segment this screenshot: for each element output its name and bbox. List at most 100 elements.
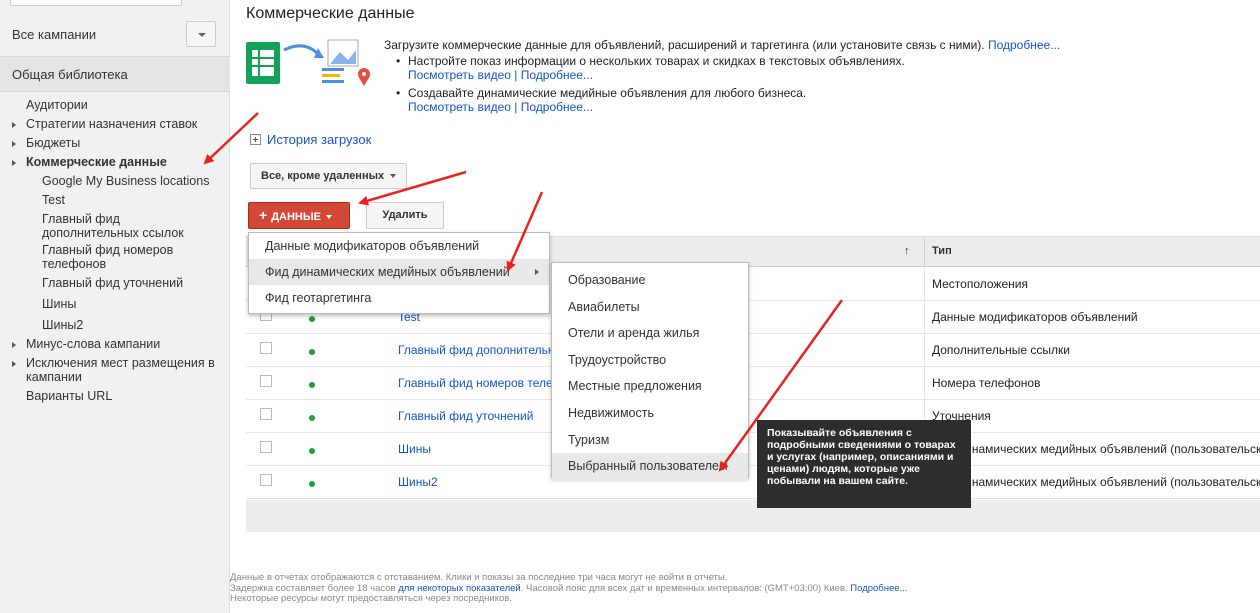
delete-button[interactable]: Удалить xyxy=(366,202,444,229)
submenu-item-jobs[interactable]: Трудоустройство xyxy=(552,347,748,374)
column-divider xyxy=(924,301,925,334)
watch-video-link-2[interactable]: Посмотреть видео xyxy=(408,100,511,114)
submenu-item-flights[interactable]: Авиабилеты xyxy=(552,294,748,321)
menu-item-dynamic-display-feed[interactable]: Фид динамических медийных объявлений xyxy=(249,259,549,285)
status-filter-dropdown[interactable]: Все, кроме удаленных xyxy=(250,163,408,189)
submenu-item-local-deals[interactable]: Местные предложения xyxy=(552,373,748,400)
footer-learn-more-link[interactable]: Подробнее... xyxy=(850,583,907,594)
table-row[interactable]: Главный фид уточнений Уточнения xyxy=(246,400,1260,433)
tree-item-audiences[interactable]: Аудитории xyxy=(0,96,230,115)
footer-line-3: Некоторые ресурсы могут предоставляться … xyxy=(230,593,512,604)
intro-lead: Загрузите коммерческие данные для объявл… xyxy=(384,38,1244,52)
row-type: Данные модификаторов объявлений xyxy=(932,310,1138,324)
submenu-item-real-estate[interactable]: Недвижимость xyxy=(552,400,748,427)
tree-item-main-phones-line1: Главный фид номеров xyxy=(42,243,174,257)
tree-item-url-options[interactable]: Варианты URL xyxy=(0,385,230,406)
row-type: Местоположения xyxy=(932,277,1028,291)
submenu-item-hotels-rentals[interactable]: Отели и аренда жилья xyxy=(552,320,748,347)
upload-history-label: История загрузок xyxy=(267,132,372,147)
link-separator: | xyxy=(514,68,518,82)
table-row[interactable]: Шины2 Фид динамических медийных объявлени… xyxy=(246,466,1260,499)
row-name-link[interactable]: Главный фид уточнений xyxy=(398,409,533,423)
tree-item-placement-exclusions-line2: кампании xyxy=(26,370,82,384)
campaigns-dropdown-button[interactable] xyxy=(186,21,216,47)
tree-item-main-callouts[interactable]: Главный фид уточнений xyxy=(0,272,230,293)
shared-library-label: Общая библиотека xyxy=(12,67,128,82)
column-divider xyxy=(924,268,925,301)
business-data-illustration-icon xyxy=(246,39,370,86)
expand-plus-icon xyxy=(250,134,261,145)
tree-item-main-sitelinks-line2: дополнительных ссылок xyxy=(42,226,184,240)
tree-item-gmb-locations[interactable]: Google My Business locations xyxy=(0,172,230,191)
row-checkbox[interactable] xyxy=(260,408,272,420)
sort-ascending-icon[interactable]: ↑ xyxy=(904,245,910,257)
table-row[interactable]: Главный фид номеров телефонов Номера теле… xyxy=(246,367,1260,400)
row-type: Номера телефонов xyxy=(932,376,1041,390)
row-name-link[interactable]: Шины2 xyxy=(398,475,438,489)
row-checkbox[interactable] xyxy=(260,441,272,453)
status-enabled-dot-icon xyxy=(309,316,315,322)
tree-item-tires2[interactable]: Шины2 xyxy=(0,314,230,335)
menu-item-geotargeting-feed[interactable]: Фид геотаргетинга xyxy=(249,285,549,311)
column-divider xyxy=(924,237,925,267)
tree-item-bid-strategies[interactable]: Стратегии назначения ставок xyxy=(0,115,230,134)
intro-bullet-2-text: Создавайте динамические медийные объявле… xyxy=(408,86,807,100)
footer-line-2-a: Задержка составляет более 18 часов xyxy=(230,582,396,594)
tree-item-tires[interactable]: Шины xyxy=(0,293,230,314)
intro-bullet-2-links: Посмотреть видео | Подробнее... xyxy=(408,100,1244,114)
status-enabled-dot-icon xyxy=(309,382,315,388)
learn-more-link-2[interactable]: Подробнее... xyxy=(521,100,593,114)
tree-item-main-sitelinks[interactable]: Главный фид дополнительных ссылок xyxy=(0,210,230,241)
add-data-label: ДАННЫЕ xyxy=(271,211,321,223)
add-data-button[interactable]: + ДАННЫЕ xyxy=(248,202,350,229)
menu-item-ad-customizer-data[interactable]: Данные модификаторов объявлений xyxy=(249,233,549,259)
main-content: Коммерческие данные Загрузите коммерческ… xyxy=(230,0,1260,613)
chevron-down-icon xyxy=(325,215,332,220)
table-row[interactable]: Главный фид дополнительных ссылок Дополни… xyxy=(246,334,1260,367)
shared-library-header[interactable]: Общая библиотека xyxy=(0,56,230,92)
tree-item-budgets[interactable]: Бюджеты xyxy=(0,134,230,153)
page-footer: Данные в отчетах отображаются с отставан… xyxy=(230,572,907,605)
column-divider xyxy=(924,367,925,400)
status-enabled-dot-icon xyxy=(309,415,315,421)
watch-video-link-1[interactable]: Посмотреть видео xyxy=(408,68,511,82)
row-checkbox[interactable] xyxy=(260,342,272,354)
library-tree: Аудитории Стратегии назначения ставок Бю… xyxy=(0,96,230,406)
submenu-item-custom[interactable]: Выбранный пользователем xyxy=(552,453,748,480)
tree-item-negative-keywords[interactable]: Минус-слова кампании xyxy=(0,335,230,354)
submenu-item-education[interactable]: Образование xyxy=(552,267,748,294)
column-header-type[interactable]: Тип xyxy=(932,245,952,257)
intro-bullet-1-links: Посмотреть видео | Подробнее... xyxy=(408,68,1244,82)
row-type: Фид динамических медийных объявлений (по… xyxy=(932,475,1260,489)
learn-more-link-1[interactable]: Подробнее... xyxy=(521,68,593,82)
sidebar: Все кампании Общая библиотека Аудитории … xyxy=(0,0,230,613)
intro-bullet-1: Настройте показ информации о нескольких … xyxy=(396,54,1244,82)
dynamic-feed-submenu: Образование Авиабилеты Отели и аренда жи… xyxy=(551,262,749,480)
row-checkbox[interactable] xyxy=(260,375,272,387)
intro-bullets: Настройте показ информации о нескольких … xyxy=(396,54,1244,114)
row-type: Фид динамических медийных объявлений (по… xyxy=(932,442,1260,456)
row-name-link[interactable]: Шины xyxy=(398,442,431,456)
tree-item-business-data[interactable]: Коммерческие данные xyxy=(0,153,230,172)
submenu-item-travel[interactable]: Туризм xyxy=(552,427,748,454)
menu-item-dynamic-display-feed-label: Фид динамических медийных объявлений xyxy=(265,265,510,279)
tree-item-placement-exclusions-line1: Исключения мест размещения в xyxy=(26,356,215,370)
tree-item-placement-exclusions[interactable]: Исключения мест размещения в кампании xyxy=(0,354,230,385)
all-campaigns-row[interactable]: Все кампании xyxy=(0,18,230,52)
upload-history-toggle[interactable]: История загрузок xyxy=(250,132,371,147)
tree-item-test[interactable]: Test xyxy=(0,191,230,210)
intro-learn-more-link[interactable]: Подробнее... xyxy=(988,38,1060,52)
sidebar-search-box[interactable] xyxy=(10,0,182,6)
tree-item-main-phones[interactable]: Главный фид номеров телефонов xyxy=(0,241,230,272)
some-metrics-link[interactable]: для некоторых показателей xyxy=(398,583,521,594)
tree-item-main-sitelinks-line1: Главный фид xyxy=(42,212,120,226)
tree-item-main-phones-line2: телефонов xyxy=(42,257,107,271)
status-filter-label: Все, кроме удаленных xyxy=(261,170,385,182)
status-enabled-dot-icon xyxy=(309,448,315,454)
row-checkbox[interactable] xyxy=(260,474,272,486)
footer-line-2-b: . Часовой пояс для всех дат и временных … xyxy=(520,582,848,594)
all-campaigns-label[interactable]: Все кампании xyxy=(12,27,96,42)
table-row[interactable]: Шины Фид динамических медийных объявлений… xyxy=(246,433,1260,466)
intro-lead-text: Загрузите коммерческие данные для объявл… xyxy=(384,38,985,52)
plus-icon: + xyxy=(259,207,268,223)
